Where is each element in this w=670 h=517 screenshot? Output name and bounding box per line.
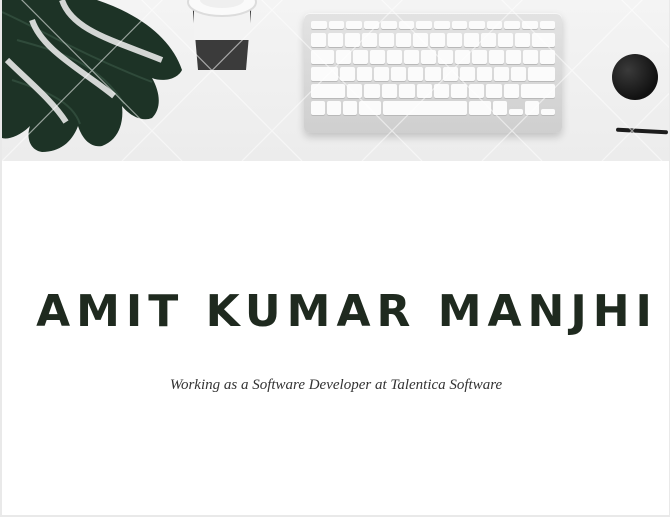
profile-name: AMIT KUMAR MANJHI	[36, 286, 658, 337]
watermark-pattern	[2, 0, 669, 161]
profile-tagline: Working as a Software Developer at Talen…	[169, 377, 503, 393]
resume-page: AMIT KUMAR MANJHI Working as a Software …	[2, 0, 669, 515]
header-banner	[2, 0, 669, 161]
